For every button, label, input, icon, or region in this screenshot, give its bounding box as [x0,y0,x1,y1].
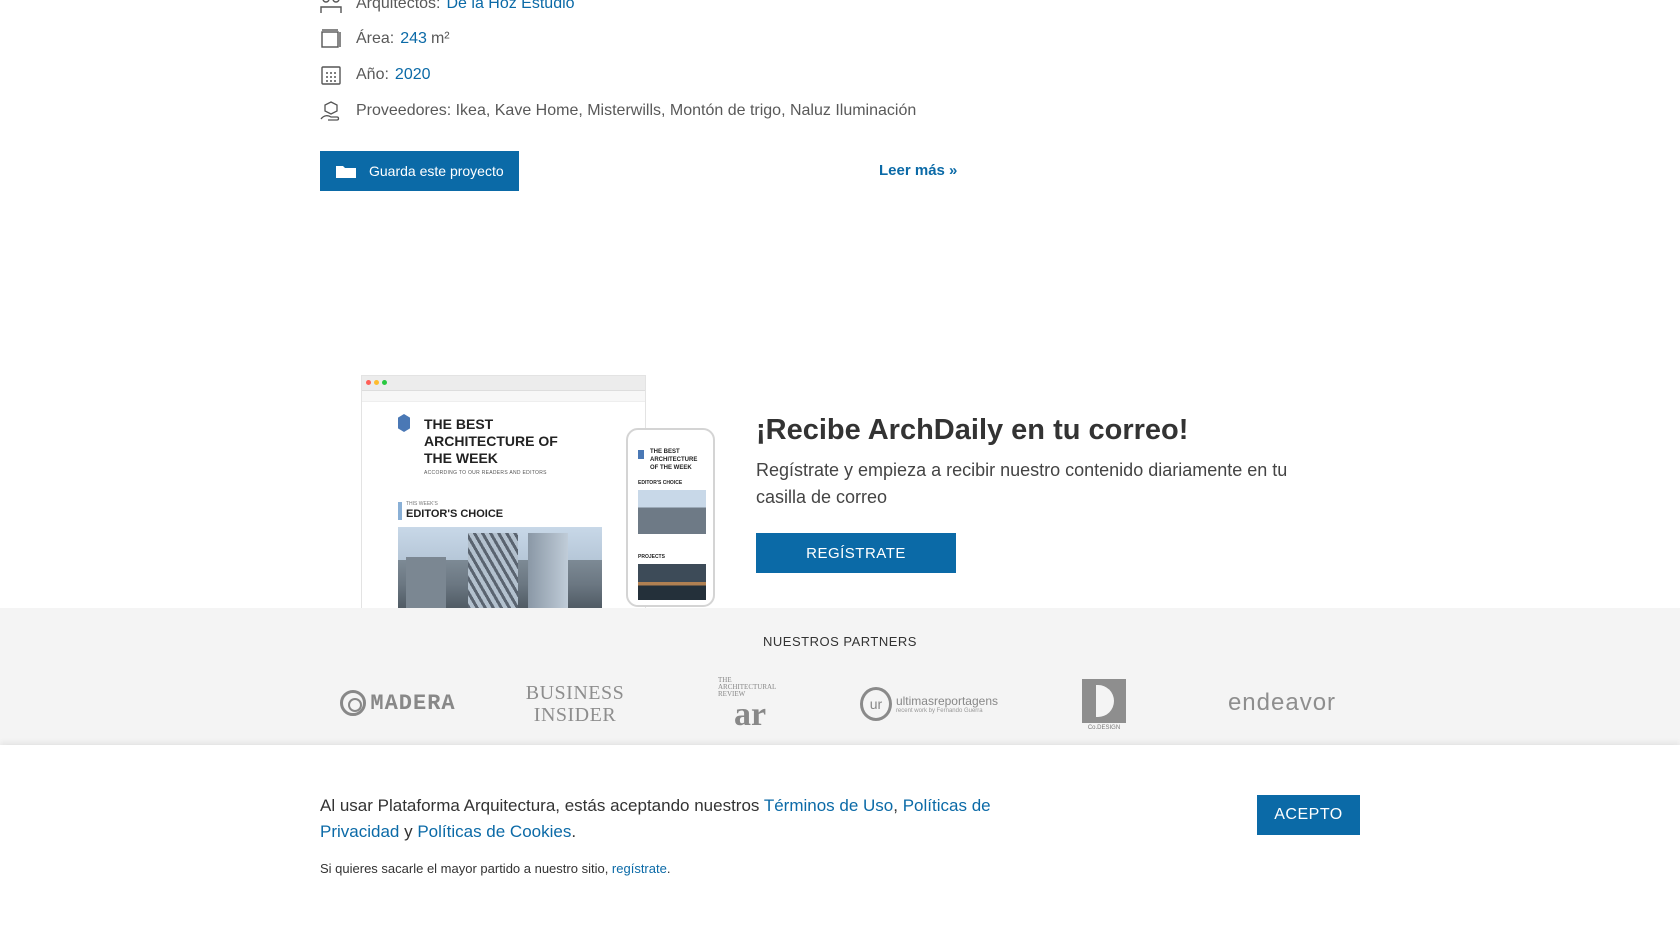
phone-photo-2 [638,564,706,600]
supplier-hand-icon [320,100,342,122]
partner-endeavor-logo[interactable]: endeavor [1206,688,1358,718]
cookie-banner: Al usar Plataforma Arquitectura, estás a… [0,745,1680,927]
mockup-title: THE BEST ARCHITECTURE OF THE WEEK [424,416,558,466]
architects-icon [320,0,342,15]
detail-architects: Arquitectos: De la Hoz Estudio [320,0,575,15]
architects-label: Arquitectos: [356,0,441,12]
phone-section-2: PROJECTS [638,554,665,560]
folder-icon [336,164,356,178]
partners-title: NUESTROS PARTNERS [763,634,917,649]
detail-suppliers: Proveedores: Ikea, Kave Home, Misterwill… [320,100,916,122]
mockup-kicker: THIS WEEK'S [406,501,438,507]
newsletter-title: ¡Recibe ArchDaily en tu correo! [756,414,1189,446]
archdaily-logo-icon [398,414,410,432]
accept-cookies-button[interactable]: ACEPTO [1257,795,1360,835]
read-more-link[interactable]: Leer más » [879,162,957,179]
phone-title: THE BEST ARCHITECTURE OF THE WEEK [650,449,698,471]
partner-business-insider-logo[interactable]: BUSINESS INSIDER [522,682,628,726]
codesign-mark-icon [1082,679,1126,723]
detail-year: Año: 2020 [320,64,431,86]
save-project-button[interactable]: Guarda este proyecto [320,151,519,191]
partner-madera-logo[interactable]: MADERA [329,686,467,720]
architects-link[interactable]: De la Hoz Estudio [446,0,574,13]
browser-bar [362,376,645,391]
phone-photo-1 [638,490,706,534]
phone-logo-icon [638,450,644,459]
calendar-icon [320,64,342,86]
year-label: Año: [356,66,389,83]
mockup-caption: ACCORDING TO OUR READERS AND EDITORS [424,470,547,476]
partners-section: NUESTROS PARTNERS MADERA BUSINESS INSIDE… [0,608,1680,748]
browser-url-bar [362,391,645,402]
suppliers-text: Proveedores: Ikea, Kave Home, Misterwill… [356,102,917,119]
newsletter-subtitle: Regístrate y empieza a recibir nuestro c… [756,460,1288,507]
area-unit: m² [430,30,450,47]
cookie-consent-text: Al usar Plataforma Arquitectura, estás a… [320,796,991,841]
area-icon [320,28,342,50]
terms-link[interactable]: Términos de Uso [764,796,893,815]
madera-circle-icon [340,690,367,716]
year-link[interactable]: 2020 [395,66,431,84]
area-label: Área: [356,30,395,47]
partner-ultimasreportagens-logo[interactable]: ur ultimasreportagens recent work by Fer… [860,686,998,722]
detail-area: Área: 243 m² [320,28,450,50]
mockup-photo [398,527,602,608]
save-project-label: Guarda este proyecto [369,163,504,179]
phone-section-1: EDITOR'S CHOICE [638,480,683,486]
newsletter-phone-mockup: THE BEST ARCHITECTURE OF THE WEEK EDITOR… [626,428,715,607]
area-value[interactable]: 243 [400,30,427,48]
mockup-section: EDITOR'S CHOICE [406,508,504,520]
register-button[interactable]: REGÍSTRATE [756,533,956,573]
cookies-policy-link[interactable]: Políticas de Cookies [417,822,571,841]
register-link[interactable]: regístrate [612,861,667,876]
cookie-register-hint: Si quieres sacarle el mayor partido a nu… [320,861,671,876]
partner-architectural-review-logo[interactable]: THE ARCHITECTURAL REVIEW ar [718,676,782,731]
partner-codesign-logo[interactable]: Co.DESIGN [1081,678,1127,732]
newsletter-desktop-mockup: THE BEST ARCHITECTURE OF THE WEEK ACCORD… [361,375,646,608]
